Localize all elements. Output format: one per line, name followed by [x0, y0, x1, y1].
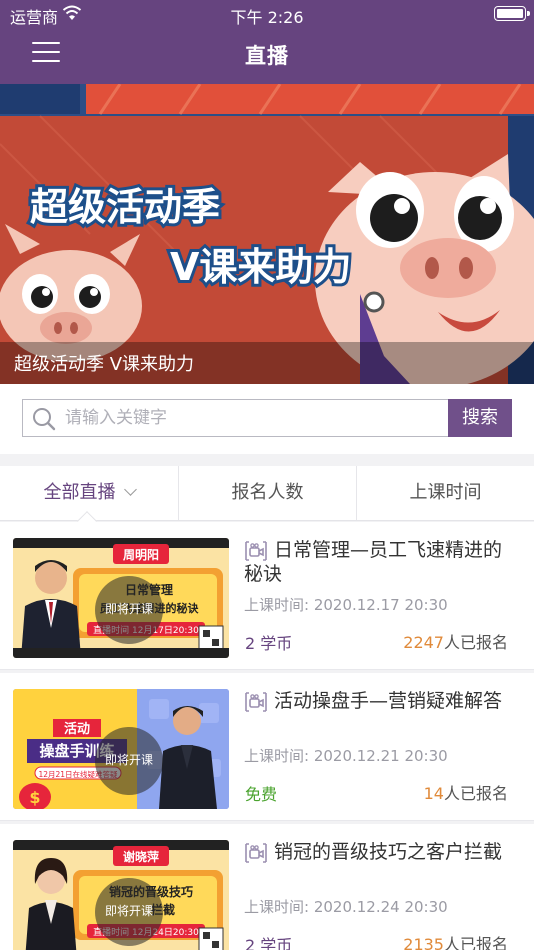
signup-count-value: 2247: [403, 633, 444, 652]
signup-count-suffix: 人已报名: [443, 784, 508, 803]
course-thumbnail: 活动 操盘手训练 12月21日在线疑难答疑 $ 即将开课: [13, 689, 229, 809]
signup-count-suffix: 人已报名: [443, 633, 508, 652]
thumb-name: 谢晓萍: [123, 849, 159, 864]
tab-class-time-label: 上课时间: [409, 482, 482, 503]
tab-signup-count[interactable]: 报名人数: [178, 466, 356, 520]
top-bar: 运营商 下午 2:26 直播: [0, 0, 534, 84]
banner-caption-bar: 超级活动季 V课来助力: [0, 342, 534, 384]
list-item[interactable]: 活动 操盘手训练 12月21日在线疑难答疑 $ 即将开课 活动操盘手—营销疑难解…: [0, 673, 534, 821]
search-button[interactable]: 搜索: [448, 399, 512, 437]
signup-count-value: 14: [423, 784, 444, 803]
course-time: 上课时间: 2020.12.21 20:30: [244, 747, 448, 765]
upcoming-badge: 即将开课: [95, 576, 163, 644]
upcoming-badge-label: 即将开课: [104, 602, 153, 616]
course-title: 日常管理—员工飞速精进的秘诀: [244, 539, 503, 585]
thumb-line1: 活动: [64, 721, 90, 737]
search-icon: [33, 408, 56, 431]
course-price: 2 学币: [245, 634, 293, 653]
chevron-down-icon: [123, 483, 137, 496]
course-thumbnail: 谢晓萍 销冠的晋级技巧 拦截 直播时间 12月24日20:30 即将开课: [13, 840, 229, 950]
list-item[interactable]: 谢晓萍 销冠的晋级技巧 拦截 直播时间 12月24日20:30 即将开课: [0, 824, 534, 950]
signup-count: 2135人已报名: [403, 931, 508, 950]
battery-icon: [494, 6, 530, 21]
svg-text:$: $: [29, 788, 40, 807]
tab-all-live-label: 全部直播: [43, 482, 116, 503]
signup-count: 2247人已报名: [403, 629, 508, 653]
upcoming-badge: 即将开课: [95, 878, 163, 946]
banner-headline-1: 超级活动季: [30, 185, 220, 229]
list-item[interactable]: 周明阳 日常管理 员工飞速精进的秘诀 直播时间 12月17日20:30 即将开课: [0, 522, 534, 670]
banner-headline-2: V课来助力: [170, 245, 351, 289]
banner-caption: 超级活动季 V课来助力: [14, 354, 195, 375]
course-thumbnail: 周明阳 日常管理 员工飞速精进的秘诀 直播时间 12月17日20:30 即将开课: [13, 538, 229, 658]
thumb-name: 周明阳: [123, 547, 159, 562]
course-time: 上课时间: 2020.12.24 20:30: [244, 898, 448, 916]
upcoming-badge-label: 即将开课: [104, 904, 153, 918]
live-page: 运营商 下午 2:26 直播 超级活动季 V课来助力 超级活动季 V课来助力 请…: [0, 0, 534, 950]
course-list: 周明阳 日常管理 员工飞速精进的秘诀 直播时间 12月17日20:30 即将开课: [0, 522, 534, 950]
signup-count-value: 2135: [403, 935, 444, 950]
page-title: 直播: [245, 44, 289, 68]
status-time: 下午 2:26: [230, 8, 304, 27]
search-input[interactable]: [65, 404, 445, 432]
tab-signup-count-label: 报名人数: [231, 482, 304, 503]
course-price: 免费: [245, 785, 278, 804]
search-area: 搜索: [0, 384, 534, 454]
signup-count: 14人已报名: [424, 780, 508, 804]
course-price: 2 学币: [245, 936, 293, 950]
tab-all-live[interactable]: 全部直播: [0, 466, 178, 520]
tab-class-time[interactable]: 上课时间: [356, 466, 534, 520]
upcoming-badge-label: 即将开课: [104, 753, 153, 767]
promo-banner[interactable]: 超级活动季 V课来助力 超级活动季 V课来助力: [0, 84, 534, 384]
course-time: 上课时间: 2020.12.17 20:30: [244, 596, 448, 614]
banner-illustration: 超级活动季 V课来助力: [0, 84, 534, 384]
course-title: 销冠的晋级技巧之客户拦截: [274, 841, 503, 863]
signup-count-suffix: 人已报名: [443, 935, 508, 950]
search-box[interactable]: [22, 399, 450, 437]
course-title: 活动操盘手—营销疑难解答: [274, 690, 503, 712]
filter-tabs: 全部直播 报名人数 上课时间: [0, 466, 534, 521]
upcoming-badge: 即将开课: [95, 727, 163, 795]
status-bar: 运营商 下午 2:26: [0, 0, 534, 28]
